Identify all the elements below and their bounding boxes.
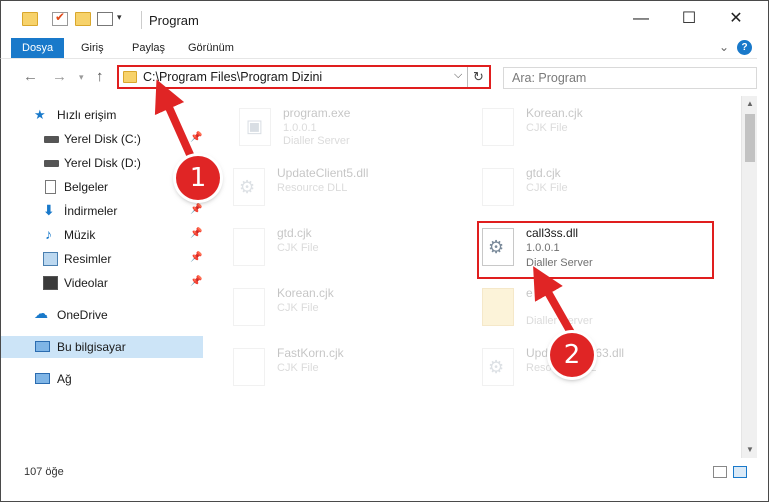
step-badge-2: 2 [550,333,594,377]
step-badge-1: 1 [176,156,220,200]
annotation-arrows [154,79,582,349]
